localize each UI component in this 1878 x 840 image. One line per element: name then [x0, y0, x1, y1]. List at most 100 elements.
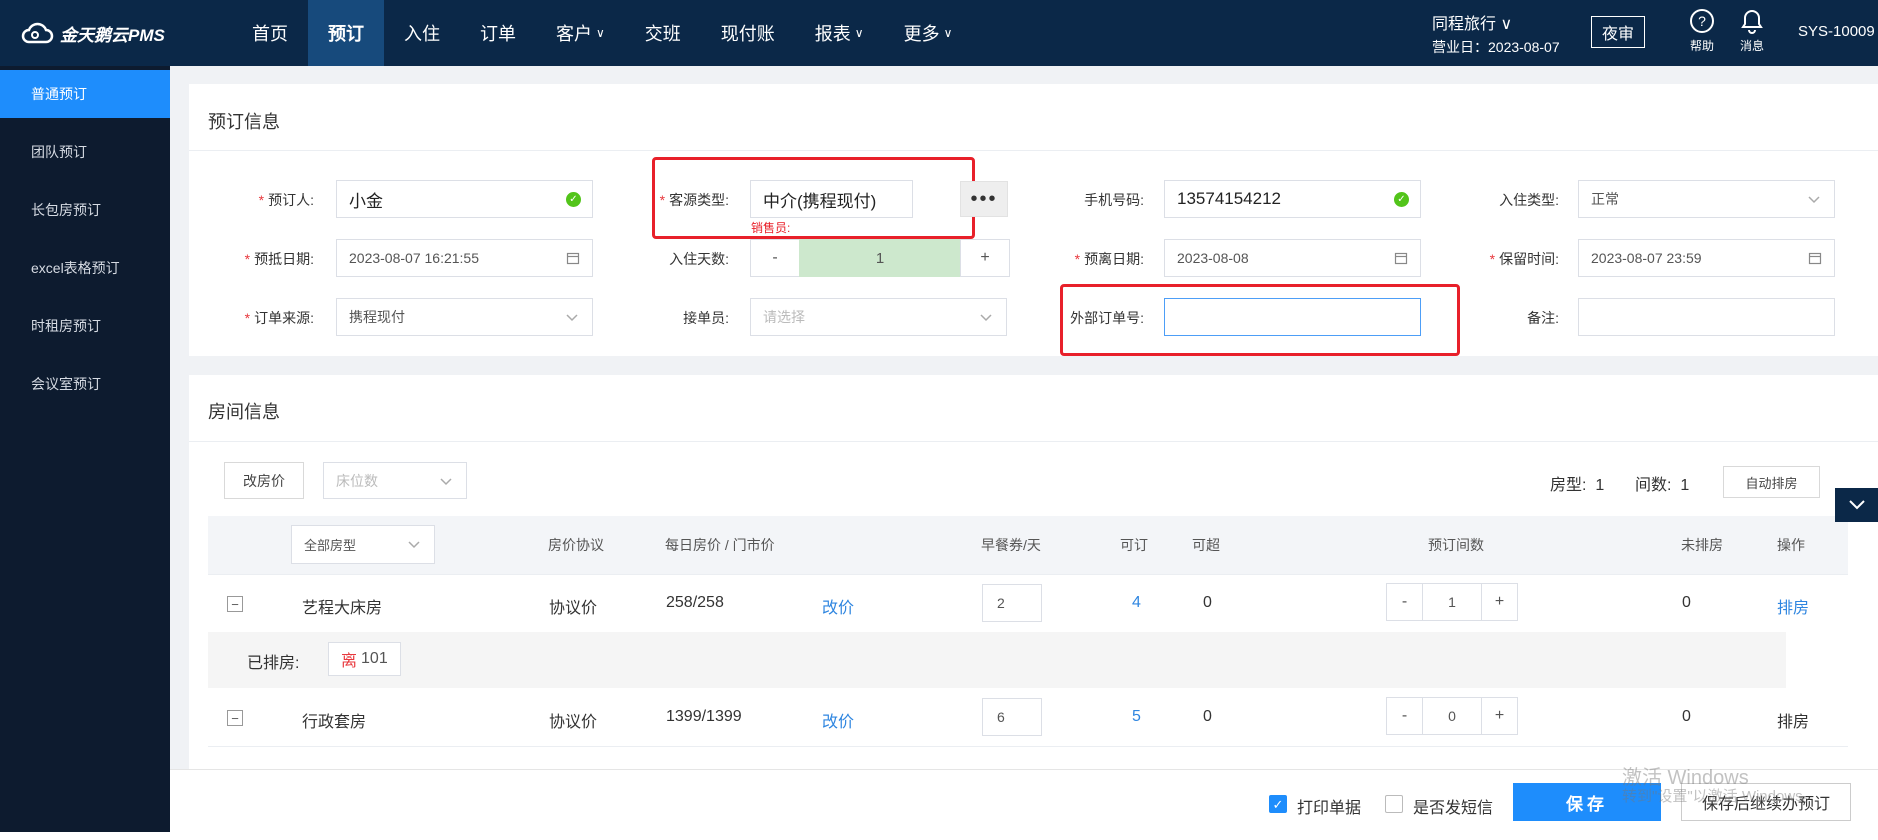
send-sms-checkbox[interactable] [1385, 795, 1403, 813]
order-source-value: 携程现付 [349, 309, 405, 325]
checkin-type-select[interactable]: 正常 [1578, 180, 1835, 218]
external-order-no-label: 外部订单号: [1070, 310, 1144, 326]
booker-field[interactable]: 小金 ✓ [336, 180, 593, 218]
breakfast-input[interactable]: 2 [982, 584, 1042, 622]
chevron-down-icon [440, 478, 452, 486]
night-audit-button[interactable]: 夜审 [1591, 16, 1645, 48]
hold-time-field[interactable]: 2023-08-07 23:59 [1578, 239, 1835, 277]
divider [208, 574, 1848, 575]
header-agreement: 房价协议 [548, 537, 604, 553]
collapse-row-button[interactable]: − [227, 596, 243, 612]
sidebar-item-meeting-room-booking[interactable]: 会议室预订 [0, 360, 170, 408]
bed-count-select[interactable]: 床位数 [323, 462, 467, 499]
collapse-panel-button[interactable] [1835, 488, 1878, 522]
nav-label: 预订 [328, 24, 364, 44]
order-source-label: * 订单来源: [244, 310, 314, 326]
breakfast-input[interactable]: 6 [982, 698, 1042, 736]
plus-icon: + [980, 249, 990, 266]
room-price: 258/258 [666, 594, 724, 611]
nav-item-orders[interactable]: 订单 [460, 0, 536, 66]
room-type-name: 艺程大床房 [302, 600, 383, 617]
sidebar-item-label: 长包房预订 [31, 202, 101, 218]
arrival-date-field[interactable]: 2023-08-07 16:21:55 [336, 239, 593, 277]
overbook-count: 0 [1203, 594, 1212, 611]
qty-increment-button[interactable]: + [1481, 697, 1518, 735]
nav-item-reports[interactable]: 报表 ∨ [795, 0, 884, 66]
sidebar-item-label: 会议室预订 [31, 376, 101, 392]
hold-time-value: 2023-08-07 23:59 [1591, 250, 1702, 266]
check-icon: ✓ [1394, 192, 1409, 207]
departure-date-field[interactable]: 2023-08-08 [1164, 239, 1421, 277]
qty-input[interactable]: 0 [1422, 697, 1482, 735]
change-room-price-button[interactable]: 改房价 [224, 462, 304, 499]
nights-increment-button[interactable]: + [960, 239, 1010, 277]
sidebar: 普通预订 团队预订 长包房预订 excel表格预订 时租房预订 会议室预订 [0, 66, 170, 840]
sidebar-item-hourly-booking[interactable]: 时租房预订 [0, 302, 170, 350]
auto-assign-button[interactable]: 自动排房 [1723, 466, 1820, 498]
nav-item-more[interactable]: 更多 ∨ [884, 0, 973, 66]
user-account[interactable]: SYS-10009 [1798, 23, 1875, 40]
messages-button[interactable]: 消息 [1727, 8, 1777, 54]
receiver-label: 接单员: [683, 310, 729, 326]
qty-decrement-button[interactable]: - [1386, 583, 1423, 621]
room-info-panel: 房间信息 改房价 床位数 房型: 1 间数: 1 自动排房 全部房型 房价协议 … [189, 375, 1878, 769]
nav-label: 报表 [814, 24, 851, 44]
nights-input[interactable]: 1 [799, 239, 961, 277]
bottom-action-bar: ✓ 打印单据 是否发短信 保存 保存后继续办预订 激活 Windows 转到"设… [170, 767, 1878, 840]
qty-increment-button[interactable]: + [1481, 583, 1518, 621]
assigned-room-tag[interactable]: 离 101 [328, 642, 401, 676]
print-receipt-checkbox[interactable]: ✓ [1269, 795, 1287, 813]
booker-value: 小金 [349, 191, 383, 211]
collapse-row-button[interactable]: − [227, 710, 243, 726]
change-price-link[interactable]: 改价 [822, 708, 854, 732]
sidebar-item-long-stay-booking[interactable]: 长包房预订 [0, 186, 170, 234]
nav-item-cash-account[interactable]: 现付账 [701, 0, 795, 66]
receiver-select[interactable]: 请选择 [750, 298, 1007, 336]
more-options-button[interactable]: ••• [960, 181, 1008, 217]
sidebar-item-normal-booking[interactable]: 普通预订 [0, 70, 170, 118]
header-overbook: 可超 [1192, 537, 1220, 553]
chevron-down-icon [1848, 500, 1865, 510]
room-agreement: 协议价 [549, 714, 598, 731]
change-price-link[interactable]: 改价 [822, 594, 854, 618]
checkin-type-label: 入住类型: [1499, 192, 1559, 208]
salesperson-label: 销售员: [751, 221, 791, 235]
sidebar-item-group-booking[interactable]: 团队预订 [0, 128, 170, 176]
qty-value: 0 [1448, 708, 1456, 724]
room-type-filter-select[interactable]: 全部房型 [291, 525, 435, 564]
nav-item-booking[interactable]: 预订 [308, 0, 384, 66]
order-source-select[interactable]: 携程现付 [336, 298, 593, 336]
help-button[interactable]: ? 帮助 [1677, 8, 1727, 54]
header-breakfast: 早餐券/天 [981, 537, 1041, 553]
chevron-down-icon: ∨ [596, 26, 605, 40]
nav-item-home[interactable]: 首页 [232, 0, 308, 66]
assign-room-text[interactable]: 排房 [1777, 708, 1809, 732]
arrival-value: 2023-08-07 16:21:55 [349, 250, 479, 266]
external-order-no-input[interactable] [1164, 298, 1421, 336]
available-count-link[interactable]: 4 [1132, 594, 1141, 612]
departing-tag: 离 [341, 653, 358, 670]
phone-field[interactable]: 13574154212 ✓ [1164, 180, 1421, 218]
nav-item-customers[interactable]: 客户 ∨ [536, 0, 625, 66]
checkin-type-value: 正常 [1591, 191, 1619, 207]
assign-room-link[interactable]: 排房 [1777, 594, 1809, 618]
nav-item-checkin[interactable]: 入住 [384, 0, 460, 66]
hotel-selector[interactable]: 同程旅行 ∨ [1432, 10, 1512, 34]
minus-icon: − [231, 596, 239, 612]
sidebar-item-excel-booking[interactable]: excel表格预订 [0, 244, 170, 292]
qty-input[interactable]: 1 [1422, 583, 1482, 621]
nav-item-shift[interactable]: 交班 [625, 0, 701, 66]
available-count-link[interactable]: 5 [1132, 708, 1141, 726]
room-info-title: 房间信息 [208, 402, 280, 422]
source-type-field[interactable]: 中介(携程现付) [750, 180, 913, 218]
nights-label: 入住天数: [669, 251, 729, 267]
qty-decrement-button[interactable]: - [1386, 697, 1423, 735]
remark-input[interactable] [1578, 298, 1835, 336]
nights-decrement-button[interactable]: - [750, 239, 800, 277]
overbook-count: 0 [1203, 708, 1212, 725]
sidebar-item-label: excel表格预订 [31, 260, 120, 276]
app-logo[interactable]: 金天鹅云PMS [20, 20, 165, 46]
nav-label: 首页 [252, 24, 288, 44]
calendar-icon [566, 252, 580, 265]
room-type-count: 房型: 1 [1550, 477, 1605, 494]
